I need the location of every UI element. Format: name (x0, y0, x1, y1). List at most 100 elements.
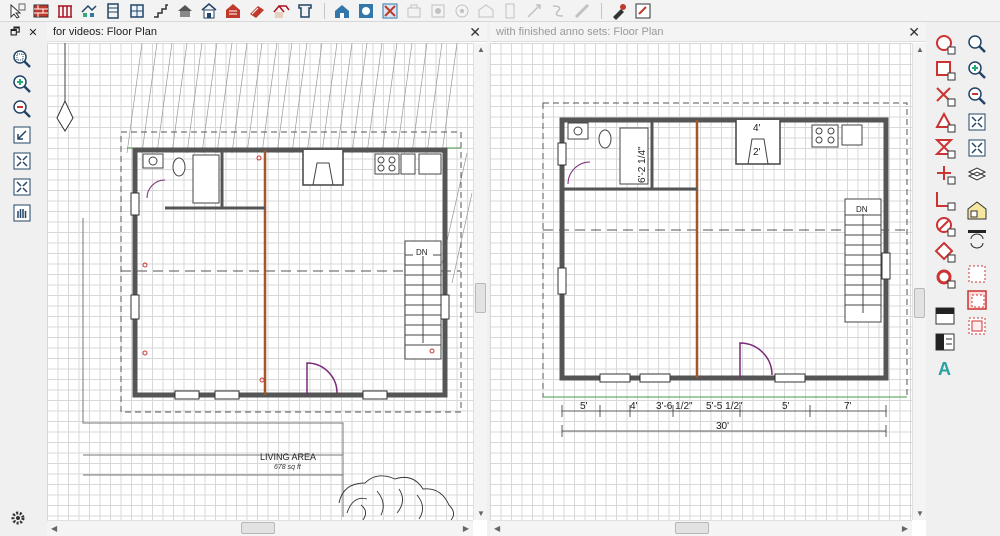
select-objects-icon[interactable] (6, 1, 28, 21)
svg-text:A: A (938, 359, 951, 379)
stairs-right: DN (844, 198, 882, 323)
room-label: LIVING AREA (260, 452, 316, 462)
floor-plan-panel-left: for videos: Floor Plan ✕ DN LIVING AREA … (47, 22, 487, 536)
chimney-width-dim: 4' (753, 123, 761, 134)
horizontal-scrollbar-left[interactable]: ◀ ▶ (47, 520, 473, 536)
fill-window-all-icon[interactable] (964, 136, 990, 160)
cad-tool-icon[interactable] (499, 1, 521, 21)
floor-plan-drawing-left: DN LIVING AREA 678 sq ft (56, 43, 473, 520)
drawing-canvas-left[interactable]: DN LIVING AREA 678 sq ft (47, 43, 473, 520)
layer-house-icon[interactable] (964, 198, 990, 222)
panel-tab-left[interactable]: for videos: Floor Plan ✕ (47, 22, 487, 42)
terrain-tool-icon[interactable] (294, 1, 316, 21)
settings-gear-icon[interactable] (10, 510, 26, 526)
deck-tool-icon[interactable] (270, 1, 292, 21)
paint-tool-icon[interactable] (547, 1, 569, 21)
zoom-icon[interactable] (964, 32, 990, 56)
triangle-tool-icon[interactable] (932, 110, 958, 134)
fireplace-tool-icon[interactable] (222, 1, 244, 21)
dimension-d6: 7' (844, 401, 852, 412)
zoom-out-icon[interactable] (10, 98, 34, 120)
vertical-scrollbar-left[interactable]: ▲ ▼ (473, 43, 487, 520)
dimension-d4: 5'-5 1/2" (706, 401, 743, 412)
circle-slash-tool-icon[interactable] (932, 214, 958, 238)
zoom-in-icon[interactable] (964, 58, 990, 82)
vertical-scrollbar-right[interactable]: ▲ ▼ (912, 43, 926, 520)
panel-tab-right[interactable]: with finished anno sets: Floor Plan ✕ (490, 22, 926, 42)
undo-zoom-icon[interactable] (10, 124, 34, 146)
panel-title-left: for videos: Floor Plan (53, 25, 157, 38)
fill-window-all-icon[interactable] (10, 176, 34, 198)
circle-tool-icon[interactable] (932, 32, 958, 56)
horizontal-scrollbar-right[interactable]: ◀ ▶ (490, 520, 912, 536)
fill-window-icon[interactable] (10, 150, 34, 172)
layers-icon[interactable] (964, 162, 990, 186)
pan-icon[interactable] (10, 202, 34, 224)
dimension-tool-icon[interactable] (427, 1, 449, 21)
edit-tool-icon[interactable] (523, 1, 545, 21)
render-tool-icon[interactable] (475, 1, 497, 21)
x-tool-icon[interactable] (932, 84, 958, 108)
drawing-canvas-right[interactable]: 6'-2 1/4" 4' 2' DN 5' 4' 3'-6 1/2" 5'-5 … (490, 43, 912, 520)
left-toolbar: 🗗 ✕ (0, 22, 46, 536)
hourglass-tool-icon[interactable] (932, 136, 958, 160)
roof-tool-icon[interactable] (174, 1, 196, 21)
left-toolbar-header: 🗗 ✕ (0, 22, 46, 42)
toolbar-separator (601, 2, 602, 19)
wall-tool-icon[interactable] (30, 1, 52, 21)
select-tool-3-icon[interactable] (964, 314, 990, 338)
dimension-d5: 5' (782, 401, 790, 412)
dimension-toggle-icon[interactable] (932, 330, 958, 354)
close-icon[interactable]: ✕ (908, 24, 920, 41)
eyedropper-icon[interactable] (608, 1, 630, 21)
select-tool-2-icon[interactable] (964, 288, 990, 312)
text-tool-icon[interactable] (403, 1, 425, 21)
delete-view-icon[interactable] (379, 1, 401, 21)
swap-icon[interactable] (964, 226, 990, 250)
toolbar-separator (324, 2, 325, 19)
text-style-icon[interactable]: A (932, 356, 958, 380)
right-toolbar: A (926, 22, 1000, 536)
fill-window-icon[interactable] (964, 110, 990, 134)
north-arrow (56, 43, 74, 132)
dimension-d1: 5' (580, 401, 588, 412)
plus-tool-icon[interactable] (932, 162, 958, 186)
dimension-d2: 4' (630, 401, 638, 412)
material-painter-icon[interactable] (632, 1, 654, 21)
cabinet-tool-icon[interactable] (78, 1, 100, 21)
rectangle-tool-icon[interactable] (932, 58, 958, 82)
scroll-thumb[interactable] (475, 283, 486, 313)
material-tool-icon[interactable] (571, 1, 593, 21)
zoom-icon[interactable] (10, 48, 34, 70)
corner-tool-icon[interactable] (932, 188, 958, 212)
room-area-label: 678 sq ft (274, 464, 302, 471)
chimney-depth-dim: 2' (753, 147, 761, 158)
framing-tool-icon[interactable] (246, 1, 268, 21)
landscape-tree (338, 475, 454, 520)
scroll-thumb[interactable] (675, 522, 709, 534)
dimension-d3: 3'-6 1/2" (656, 401, 693, 412)
build-house-icon[interactable] (198, 1, 220, 21)
scroll-thumb[interactable] (914, 288, 925, 318)
window-tool-icon[interactable] (126, 1, 148, 21)
zoom-out-icon[interactable] (964, 84, 990, 108)
stairs-tool-icon[interactable] (150, 1, 172, 21)
floor-plan-drawing-right: 6'-2 1/4" 4' 2' DN 5' 4' 3'-6 1/2" 5'-5 … (542, 102, 908, 437)
diamond-tool-icon[interactable] (932, 240, 958, 264)
close-icon[interactable]: ✕ (469, 24, 481, 41)
zoom-in-icon[interactable] (10, 73, 34, 95)
door-tool-icon[interactable] (102, 1, 124, 21)
floor-plan-panel-right: with finished anno sets: Floor Plan ✕ 6'… (490, 22, 926, 536)
bath-dimension: 6'-2 1/4" (637, 146, 648, 183)
select-tool-icon[interactable] (964, 262, 990, 286)
circle-tool-2-icon[interactable] (932, 266, 958, 290)
railing-tool-icon[interactable] (54, 1, 76, 21)
close-icon[interactable]: ✕ (28, 26, 37, 39)
elevation-tool-icon[interactable] (451, 1, 473, 21)
plan-toggle-icon[interactable] (932, 304, 958, 328)
camera-view-icon[interactable] (331, 1, 353, 21)
plan-view-icon[interactable] (355, 1, 377, 21)
scroll-thumb[interactable] (241, 522, 275, 534)
panel-title-right: with finished anno sets: Floor Plan (496, 25, 664, 38)
restore-window-icon[interactable]: 🗗 (10, 23, 20, 42)
